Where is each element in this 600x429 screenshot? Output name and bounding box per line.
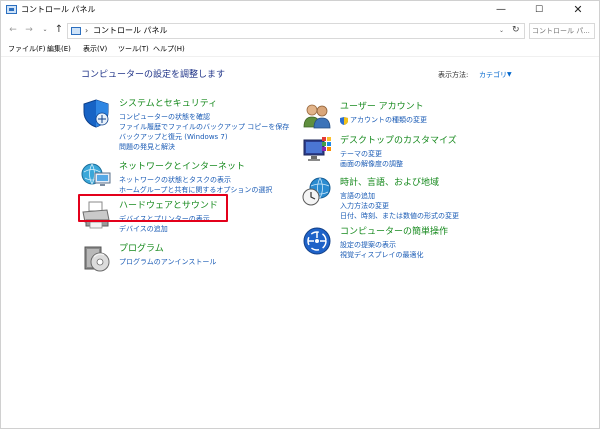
control-panel-window: コントロール パネル — ☐ ✕ ← → ⌄ ↑ › コントロール パネル ⌄ … xyxy=(0,0,600,429)
menu-file[interactable]: ファイル(F) xyxy=(8,44,46,55)
clock-globe-icon[interactable] xyxy=(302,177,332,207)
highlight-box xyxy=(78,194,228,222)
menu-tools[interactable]: ツール(T) xyxy=(118,44,149,55)
shield-icon[interactable] xyxy=(81,98,111,128)
link-get-recommendations[interactable]: 設定の提案の表示 xyxy=(340,241,396,250)
menu-help[interactable]: ヘルプ(H) xyxy=(153,44,185,55)
forward-button[interactable]: → xyxy=(23,24,35,36)
link-uninstall-program[interactable]: プログラムのアンインストール xyxy=(119,258,216,267)
search-box[interactable] xyxy=(529,23,595,39)
link-change-theme[interactable]: テーマの変更 xyxy=(340,150,382,159)
breadcrumb-separator[interactable]: › xyxy=(85,25,88,37)
view-by-label: 表示方法: xyxy=(438,71,469,79)
address-bar[interactable]: › コントロール パネル ⌄ ↻ xyxy=(67,23,525,39)
programs-icon[interactable] xyxy=(81,243,111,273)
view-by-arrow-icon[interactable]: ▼ xyxy=(507,71,512,79)
link-check-status[interactable]: コンピューターの状態を確認 xyxy=(119,113,210,122)
page-title: コンピューターの設定を調整します xyxy=(81,70,226,80)
refresh-icon[interactable]: ↻ xyxy=(512,24,520,37)
link-add-device[interactable]: デバイスの追加 xyxy=(119,225,168,234)
up-button[interactable]: ↑ xyxy=(53,24,65,36)
menu-view[interactable]: 表示(V) xyxy=(83,44,107,55)
link-network-status[interactable]: ネットワークの状態とタスクの表示 xyxy=(119,176,231,185)
link-troubleshoot[interactable]: 問題の発見と解決 xyxy=(119,143,175,152)
link-change-input-method[interactable]: 入力方法の変更 xyxy=(340,202,389,211)
back-button[interactable]: ← xyxy=(7,24,19,36)
breadcrumb-control-panel[interactable]: コントロール パネル xyxy=(93,25,168,37)
link-add-language[interactable]: 言語の追加 xyxy=(340,192,375,201)
menu-bar: ファイル(F) 編集(E) 表示(V) ツール(T) ヘルプ(H) xyxy=(1,43,599,57)
link-change-date-format[interactable]: 日付、時刻、または数値の形式の変更 xyxy=(340,212,459,221)
category-title[interactable]: 時計、言語、および地域 xyxy=(340,177,439,189)
link-file-history-backup[interactable]: ファイル履歴でファイルのバックアップ コピーを保存 xyxy=(119,123,289,132)
desktop-personalization-icon[interactable] xyxy=(302,135,332,165)
users-icon[interactable] xyxy=(302,101,332,131)
category-title[interactable]: コンピューターの簡単操作 xyxy=(340,226,448,238)
recent-locations-button[interactable]: ⌄ xyxy=(39,24,51,36)
search-input[interactable] xyxy=(532,25,592,37)
control-panel-icon xyxy=(6,5,17,14)
network-globe-icon[interactable] xyxy=(81,161,111,191)
maximize-button[interactable]: ☐ xyxy=(523,1,555,19)
ease-of-access-icon[interactable] xyxy=(302,226,332,256)
category-title[interactable]: ユーザー アカウント xyxy=(340,101,424,113)
link-adjust-resolution[interactable]: 画面の解像度の調整 xyxy=(340,160,403,169)
minimize-button[interactable]: — xyxy=(485,1,517,19)
title-bar: コントロール パネル — ☐ ✕ xyxy=(1,1,599,19)
category-title[interactable]: ネットワークとインターネット xyxy=(119,161,245,173)
window-title: コントロール パネル xyxy=(21,5,96,14)
category-title[interactable]: システムとセキュリティ xyxy=(119,98,217,110)
category-title[interactable]: デスクトップのカスタマイズ xyxy=(340,135,457,147)
link-change-account-type[interactable]: アカウントの種類の変更 xyxy=(340,116,427,125)
address-dropdown-icon[interactable]: ⌄ xyxy=(499,25,504,37)
control-panel-icon xyxy=(71,27,81,35)
link-optimize-display[interactable]: 視覚ディスプレイの最適化 xyxy=(340,251,424,260)
view-by-dropdown[interactable]: カテゴリ xyxy=(479,70,507,80)
address-row: ← → ⌄ ↑ › コントロール パネル ⌄ ↻ xyxy=(1,20,599,42)
close-button[interactable]: ✕ xyxy=(562,1,594,19)
category-title[interactable]: プログラム xyxy=(119,243,164,255)
menu-edit[interactable]: 編集(E) xyxy=(47,44,71,55)
link-backup-restore[interactable]: バックアップと復元 (Windows 7) xyxy=(119,133,228,142)
